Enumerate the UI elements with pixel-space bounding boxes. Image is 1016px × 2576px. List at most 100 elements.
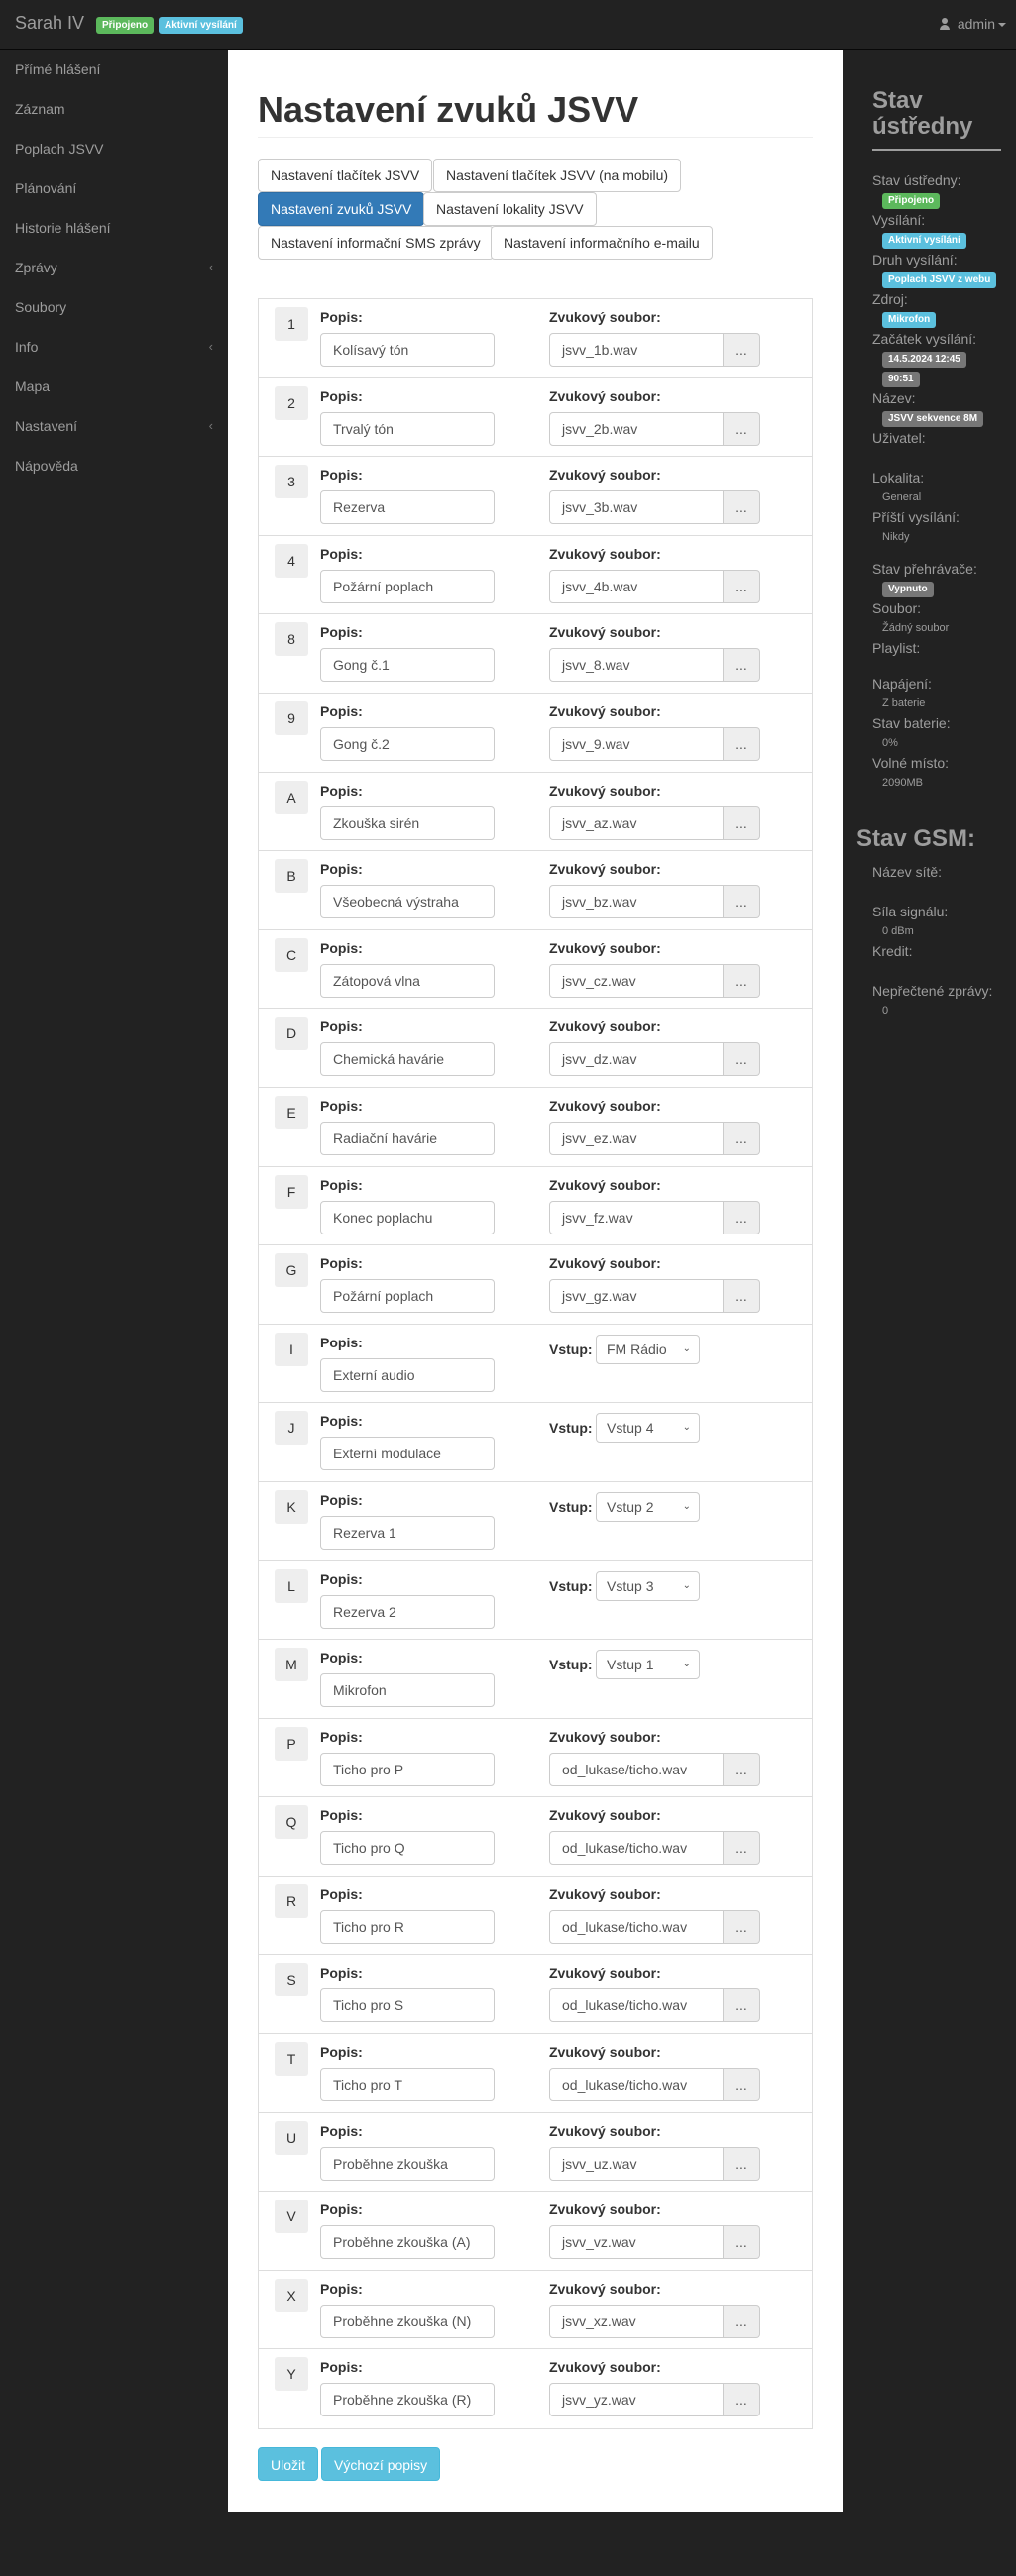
description-input[interactable]: Zkouška sirén bbox=[320, 805, 495, 840]
sound-file-input[interactable]: jsvv_xz.wav bbox=[549, 2304, 724, 2338]
description-input[interactable]: Zátopová vlna bbox=[320, 963, 495, 998]
browse-file-button[interactable]: ... bbox=[724, 2225, 760, 2260]
tab-buttons-jsvv-mobile[interactable]: Nastavení tlačítek JSVV (na mobilu) bbox=[433, 159, 682, 192]
description-input[interactable]: Ticho pro T bbox=[320, 2068, 495, 2102]
description-input[interactable]: Požární poplach bbox=[320, 569, 495, 603]
browse-file-button[interactable]: ... bbox=[724, 2304, 760, 2338]
input-select[interactable]: Vstup 3 ⌄ bbox=[596, 1570, 700, 1601]
description-input[interactable]: Konec poplachu bbox=[320, 1200, 495, 1234]
sidebar-item[interactable]: Poplach JSVV bbox=[0, 129, 228, 168]
input-select[interactable]: Vstup 1 ⌄ bbox=[596, 1650, 700, 1680]
sound-file-input[interactable]: jsvv_dz.wav bbox=[549, 1042, 724, 1077]
sound-file-input[interactable]: jsvv_vz.wav bbox=[549, 2225, 724, 2260]
browse-file-button[interactable]: ... bbox=[724, 333, 760, 367]
description-input[interactable]: Ticho pro P bbox=[320, 1752, 495, 1786]
sound-file-input[interactable]: jsvv_uz.wav bbox=[549, 2146, 724, 2181]
description-input[interactable]: Ticho pro Q bbox=[320, 1831, 495, 1866]
tab-sms-message[interactable]: Nastavení informační SMS zprávy bbox=[258, 226, 494, 260]
sidebar-item[interactable]: Zprávy ‹ bbox=[0, 248, 228, 287]
input-select[interactable]: Vstup 4 ⌄ bbox=[596, 1413, 700, 1444]
description-input[interactable]: Rezerva bbox=[320, 490, 495, 525]
browse-file-button[interactable]: ... bbox=[724, 1988, 760, 2023]
description-input[interactable]: Externí audio bbox=[320, 1357, 495, 1392]
browse-file-button[interactable]: ... bbox=[724, 648, 760, 683]
brand-logo[interactable]: Sarah IV bbox=[15, 13, 84, 34]
description-input[interactable]: Trvalý tón bbox=[320, 411, 495, 446]
sidebar-item[interactable]: Záznam bbox=[0, 89, 228, 129]
tab-email[interactable]: Nastavení informačního e-mailu bbox=[491, 226, 713, 260]
browse-file-button[interactable]: ... bbox=[724, 963, 760, 998]
tab-buttons-jsvv[interactable]: Nastavení tlačítek JSVV bbox=[258, 159, 433, 192]
sound-file-input[interactable]: jsvv_4b.wav bbox=[549, 569, 724, 603]
sound-file-input[interactable]: jsvv_3b.wav bbox=[549, 490, 724, 525]
sidebar-item[interactable]: Přímé hlášení bbox=[0, 50, 228, 89]
browse-file-button[interactable]: ... bbox=[724, 490, 760, 525]
browse-file-button[interactable]: ... bbox=[724, 2068, 760, 2102]
browse-file-button[interactable]: ... bbox=[724, 885, 760, 919]
sound-file-input[interactable]: jsvv_yz.wav bbox=[549, 2383, 724, 2417]
browse-file-button[interactable]: ... bbox=[724, 1279, 760, 1314]
sound-file-input[interactable]: od_lukase/ticho.wav bbox=[549, 1988, 724, 2023]
browse-file-button[interactable]: ... bbox=[724, 2383, 760, 2417]
playlist-label: Playlist: bbox=[872, 640, 921, 656]
description-input[interactable]: Chemická havárie bbox=[320, 1042, 495, 1077]
description-input[interactable]: Požární poplach bbox=[320, 1279, 495, 1314]
description-input[interactable]: Externí modulace bbox=[320, 1437, 495, 1471]
save-button[interactable]: Uložit bbox=[258, 2447, 319, 2481]
description-input[interactable]: Proběhne zkouška (A) bbox=[320, 2225, 495, 2260]
browse-file-button[interactable]: ... bbox=[724, 1831, 760, 1866]
input-select[interactable]: FM Rádio ⌄ bbox=[596, 1334, 700, 1364]
sound-file-input[interactable]: jsvv_2b.wav bbox=[549, 411, 724, 446]
sound-file-input[interactable]: od_lukase/ticho.wav bbox=[549, 1909, 724, 1944]
sound-file-input[interactable]: od_lukase/ticho.wav bbox=[549, 2068, 724, 2102]
description-input[interactable]: Kolísavý tón bbox=[320, 333, 495, 367]
description-input[interactable]: Proběhne zkouška bbox=[320, 2146, 495, 2181]
sound-file-input[interactable]: jsvv_gz.wav bbox=[549, 1279, 724, 1314]
sound-file-input[interactable]: od_lukase/ticho.wav bbox=[549, 1752, 724, 1786]
sound-file-input[interactable]: jsvv_fz.wav bbox=[549, 1200, 724, 1234]
browse-file-button[interactable]: ... bbox=[724, 1909, 760, 1944]
description-input[interactable]: Radiační havárie bbox=[320, 1121, 495, 1155]
sound-file-input[interactable]: jsvv_1b.wav bbox=[549, 333, 724, 367]
description-input[interactable]: Gong č.2 bbox=[320, 726, 495, 761]
sound-file-input[interactable]: jsvv_cz.wav bbox=[549, 963, 724, 998]
sound-row: L Popis: Rezerva 2 Vstup: Vstup 3 ⌄ bbox=[259, 1561, 812, 1641]
sound-file-input[interactable]: jsvv_9.wav bbox=[549, 726, 724, 761]
browse-file-button[interactable]: ... bbox=[724, 805, 760, 840]
description-input[interactable]: Rezerva 2 bbox=[320, 1594, 495, 1629]
browse-file-button[interactable]: ... bbox=[724, 1752, 760, 1786]
description-input[interactable]: Gong č.1 bbox=[320, 648, 495, 683]
browse-file-button[interactable]: ... bbox=[724, 411, 760, 446]
sound-file-input[interactable]: od_lukase/ticho.wav bbox=[549, 1831, 724, 1866]
description-input[interactable]: Rezerva 1 bbox=[320, 1515, 495, 1550]
default-descriptions-button[interactable]: Výchozí popisy bbox=[321, 2447, 441, 2481]
browse-file-button[interactable]: ... bbox=[724, 2146, 760, 2181]
tab-sounds-jsvv[interactable]: Nastavení zvuků JSVV bbox=[258, 192, 425, 226]
input-select[interactable]: Vstup 2 ⌄ bbox=[596, 1491, 700, 1522]
sidebar-item[interactable]: Nápověda bbox=[0, 446, 228, 485]
browse-file-button[interactable]: ... bbox=[724, 1121, 760, 1155]
sound-file-input[interactable]: jsvv_az.wav bbox=[549, 805, 724, 840]
tab-locality-jsvv[interactable]: Nastavení lokality JSVV bbox=[423, 192, 597, 226]
key-label: P bbox=[275, 1726, 308, 1761]
description-input[interactable]: Ticho pro S bbox=[320, 1988, 495, 2023]
sound-file-input[interactable]: jsvv_8.wav bbox=[549, 648, 724, 683]
sidebar-item[interactable]: Historie hlášení bbox=[0, 208, 228, 248]
browse-file-button[interactable]: ... bbox=[724, 726, 760, 761]
browse-file-button[interactable]: ... bbox=[724, 1042, 760, 1077]
description-input[interactable]: Proběhne zkouška (N) bbox=[320, 2304, 495, 2338]
sound-file-input[interactable]: jsvv_bz.wav bbox=[549, 885, 724, 919]
user-menu[interactable]: admin bbox=[939, 16, 1006, 32]
browse-file-button[interactable]: ... bbox=[724, 569, 760, 603]
sidebar-item[interactable]: Mapa bbox=[0, 367, 228, 406]
sidebar-item[interactable]: Soubory bbox=[0, 287, 228, 327]
sidebar-item[interactable]: Info ‹ bbox=[0, 327, 228, 367]
description-input[interactable]: Všeobecná výstraha bbox=[320, 885, 495, 919]
description-input[interactable]: Proběhne zkouška (R) bbox=[320, 2383, 495, 2417]
description-input[interactable]: Mikrofon bbox=[320, 1673, 495, 1708]
sidebar-item[interactable]: Nastavení ‹ bbox=[0, 406, 228, 446]
sound-file-input[interactable]: jsvv_ez.wav bbox=[549, 1121, 724, 1155]
browse-file-button[interactable]: ... bbox=[724, 1200, 760, 1234]
sidebar-item[interactable]: Plánování bbox=[0, 168, 228, 208]
description-input[interactable]: Ticho pro R bbox=[320, 1909, 495, 1944]
